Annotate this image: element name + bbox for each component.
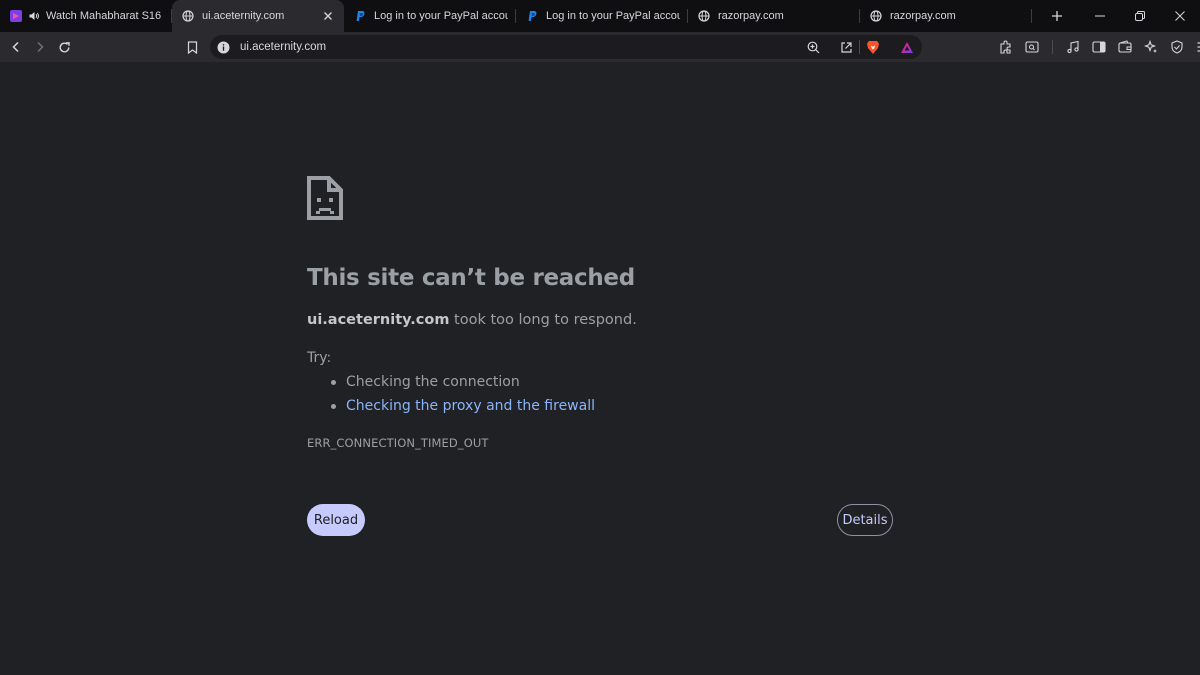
globe-icon [698,10,710,22]
extensions-area [994,32,1200,62]
hamburger-menu-icon [1197,42,1200,52]
sparkle-icon [1144,40,1157,53]
wallet-icon [1118,40,1132,53]
divider [859,40,860,54]
url-text[interactable]: ui.aceternity.com [240,41,326,53]
error-title: This site can’t be reached [307,265,635,291]
back-button[interactable] [4,35,28,59]
search-extension-button[interactable] [1020,35,1044,59]
menu-button[interactable] [1191,35,1200,59]
forward-arrow-icon [37,41,44,53]
tab-razorpay-1[interactable]: razorpay.com [688,0,860,32]
leo-ai-button[interactable] [1139,35,1163,59]
back-arrow-icon [12,41,19,53]
sad-document-icon [307,176,343,225]
sidebar-button[interactable] [1087,35,1111,59]
error-host: ui.aceternity.com [307,312,450,328]
plus-icon [1052,11,1062,21]
error-description: ui.aceternity.com took too long to respo… [307,312,637,328]
search-box-icon [1025,41,1039,53]
tab-strip: Watch Mahabharat S16 Epis ui.aceternity.… [0,0,1200,32]
tab-label: Watch Mahabharat S16 Epis [46,10,164,22]
tab-mahabharat[interactable]: Watch Mahabharat S16 Epis [0,0,172,32]
divider [1052,40,1053,54]
close-window-button[interactable] [1160,0,1200,32]
tab-aceternity[interactable]: ui.aceternity.com [172,0,344,32]
media-button[interactable] [1061,35,1085,59]
restore-button[interactable] [1120,0,1160,32]
window-controls [1080,0,1200,32]
tab-label: ui.aceternity.com [202,10,285,22]
puzzle-icon [1000,40,1011,54]
globe-icon [870,10,882,22]
tab-label: Log in to your PayPal account [374,10,508,22]
sidebar-icon [1092,41,1106,53]
new-tab-button[interactable] [1042,0,1072,32]
globe-icon [182,10,194,22]
suggestion-check-proxy-link[interactable]: Checking the proxy and the firewall [330,398,595,422]
page-content: This site can’t be reached ui.aceternity… [0,62,1200,675]
tab-label: razorpay.com [718,10,784,22]
tab-label: Log in to your PayPal account [546,10,680,22]
details-button[interactable]: Details [837,504,893,536]
zoom-icon[interactable] [807,41,820,54]
minimize-button[interactable] [1080,0,1120,32]
suggestion-list: Checking the connection Checking the pro… [330,374,595,422]
reload-icon [59,41,70,52]
speaker-icon[interactable] [28,10,40,22]
try-label: Try: [307,350,332,366]
bookmark-button[interactable] [180,35,204,59]
extensions-button[interactable] [994,35,1018,59]
brave-rewards-icon[interactable] [900,41,914,54]
share-icon[interactable] [840,41,853,54]
info-icon[interactable] [217,41,230,54]
music-note-icon [1067,40,1079,54]
minimize-icon [1095,15,1105,17]
tab-label: razorpay.com [890,10,956,22]
reload-toolbar-button[interactable] [52,35,76,59]
paypal-icon [354,10,366,22]
tab-paypal-2[interactable]: Log in to your PayPal account [516,0,688,32]
reload-button[interactable]: Reload [307,504,365,536]
restore-icon [1135,11,1145,21]
tab-separator [1031,9,1032,23]
tab-razorpay-2[interactable]: razorpay.com [860,0,1032,32]
suggestion-check-connection: Checking the connection [330,374,595,398]
paypal-icon [526,10,538,22]
wallet-button[interactable] [1113,35,1137,59]
error-description-text: took too long to respond. [449,312,637,328]
vpn-button[interactable] [1165,35,1189,59]
close-tab-icon[interactable] [320,8,336,24]
tab-paypal-1[interactable]: Log in to your PayPal account [344,0,516,32]
forward-button[interactable] [28,35,52,59]
bookmark-icon [187,40,197,54]
address-bar[interactable]: ui.aceternity.com [210,35,922,59]
close-icon [1175,11,1185,21]
error-code: ERR_CONNECTION_TIMED_OUT [307,436,489,450]
browser-toolbar: ui.aceternity.com [0,32,1200,62]
brave-shields-icon[interactable] [866,40,880,55]
video-site-icon [10,10,22,22]
address-bar-actions [807,35,914,59]
shield-icon [1171,40,1183,54]
